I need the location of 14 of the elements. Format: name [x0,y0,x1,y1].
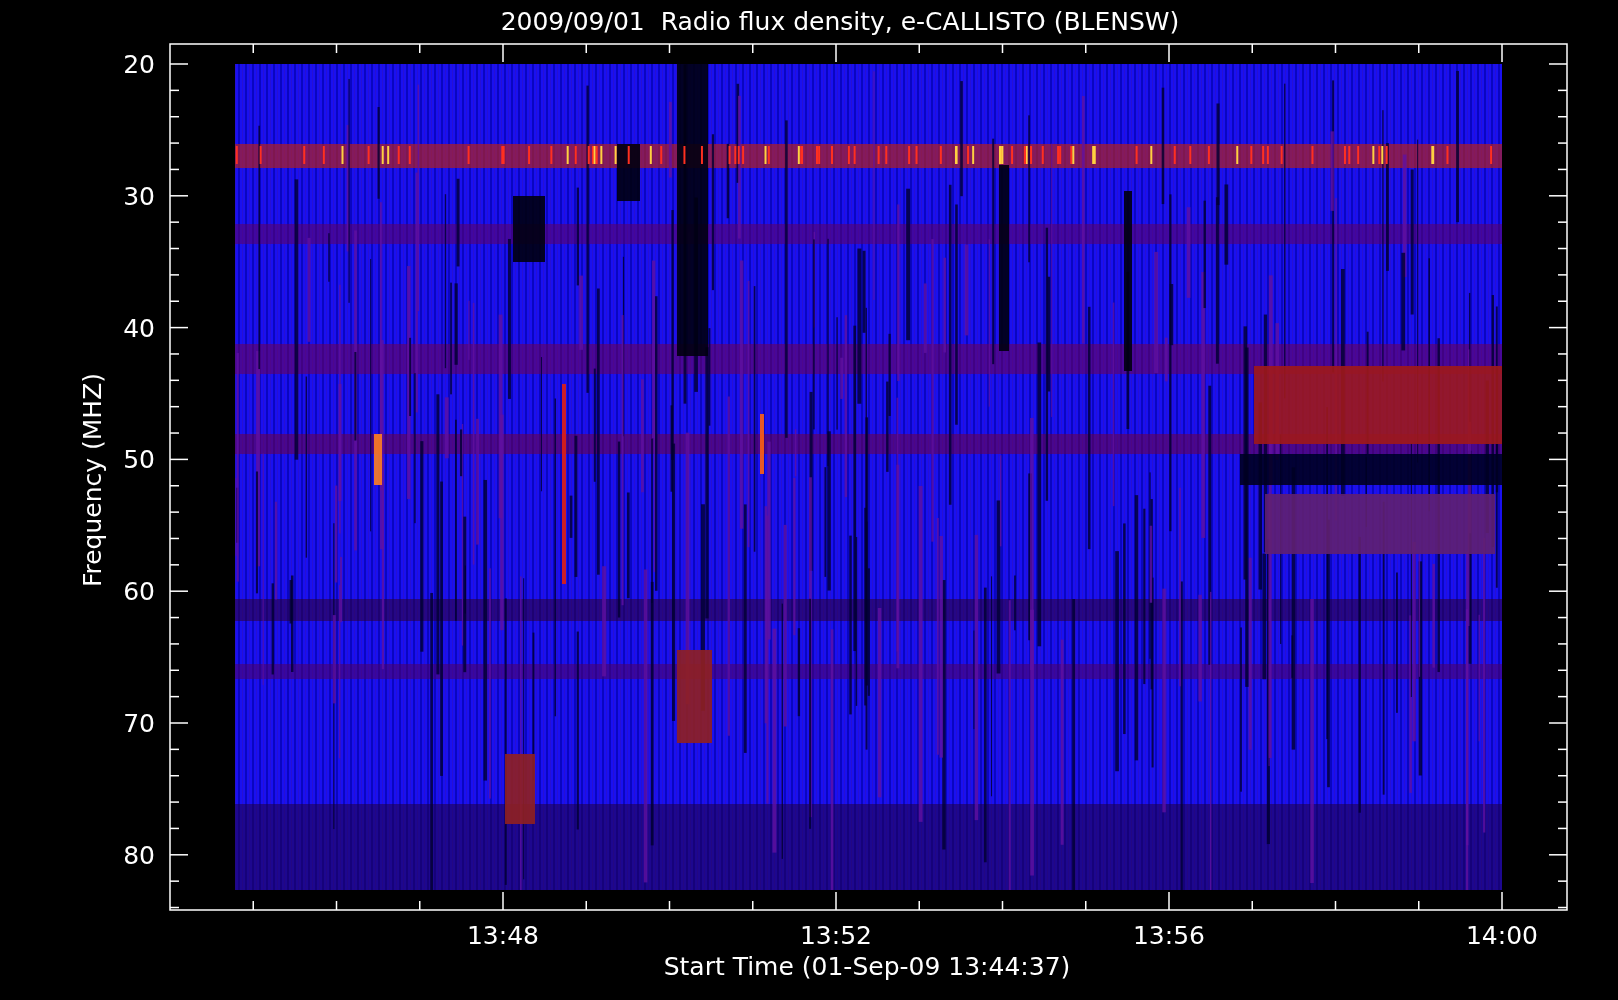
x-tick-label: 13:52 [800,921,872,950]
y-tick-label: 40 [123,313,155,343]
x-tick-label: 14:00 [1466,921,1538,950]
y-tick-label: 60 [123,577,155,607]
plot-title: 2009/09/01 Radio flux density, e-CALLISTO (BLENSW) [500,7,1180,36]
x-axis-label: Start Time (01-Sep-09 13:44:37) [663,952,1071,981]
y-tick-label: 50 [123,445,155,475]
y-axis-label: Frequency (MHZ) [78,372,107,588]
y-tick-label: 70 [123,709,155,738]
x-tick-label: 13:48 [467,921,539,950]
y-tick-label: 20 [123,50,155,79]
y-tick-label: 80 [123,840,155,870]
x-tick-label: 13:56 [1133,921,1205,950]
y-tick-label: 30 [123,181,155,211]
